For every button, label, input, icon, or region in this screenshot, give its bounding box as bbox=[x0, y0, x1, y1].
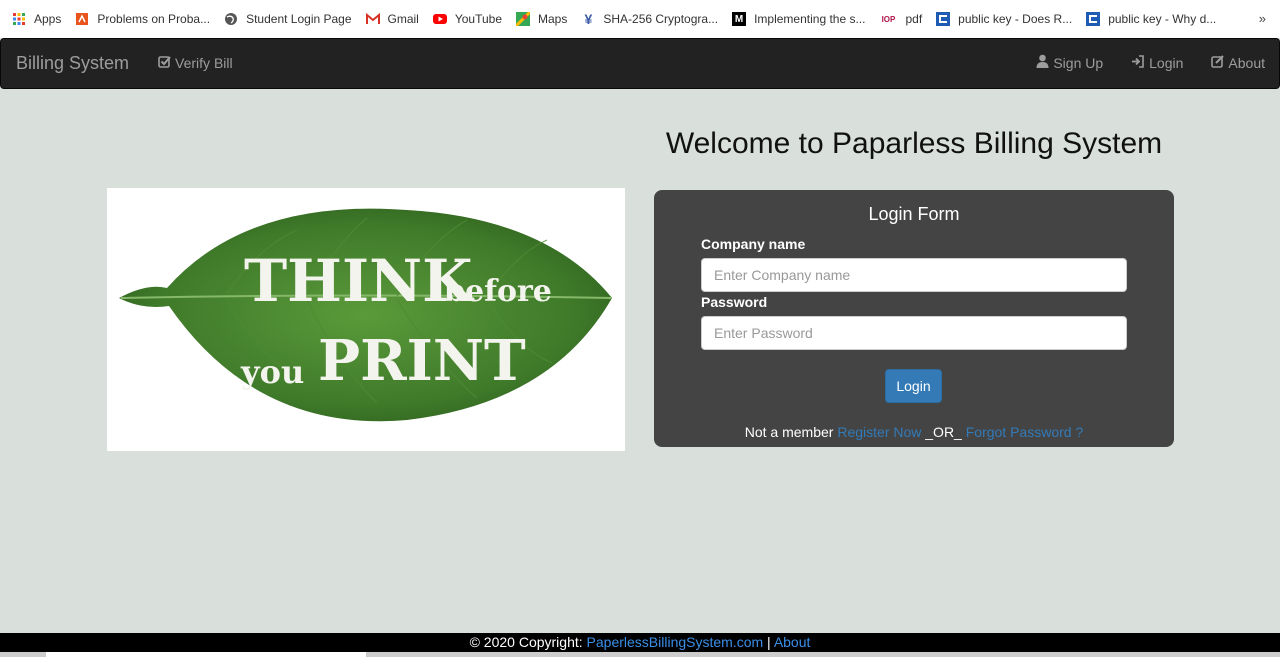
bookmark-label: Problems on Proba... bbox=[97, 12, 211, 26]
bookmark-label: pdf bbox=[905, 12, 923, 26]
bookmark-problems-on-proba[interactable]: Problems on Proba... bbox=[75, 12, 210, 26]
bookmark-icon bbox=[75, 12, 89, 26]
company-name-label: Company name bbox=[701, 236, 806, 252]
bookmark-label: Maps bbox=[538, 12, 568, 26]
footer-site-link[interactable]: PaperlessBillingSystem.com bbox=[587, 634, 764, 650]
login-submit-button[interactable]: Login bbox=[885, 369, 942, 403]
forgot-password-link[interactable]: Forgot Password ? bbox=[966, 424, 1084, 440]
think-before-print-image: THINK before you PRINT bbox=[107, 188, 625, 451]
nav-login[interactable]: Login bbox=[1117, 38, 1197, 89]
medium-icon: M bbox=[732, 12, 747, 26]
gmail-icon bbox=[365, 12, 380, 26]
bookmark-label: public key - Does R... bbox=[958, 12, 1073, 26]
nav-about-label: About bbox=[1228, 55, 1265, 71]
not-member-text: Not a member bbox=[744, 424, 834, 440]
horizontal-scrollbar[interactable] bbox=[0, 652, 1280, 657]
password-label: Password bbox=[701, 294, 768, 310]
stackexchange-icon bbox=[1086, 12, 1101, 26]
apps-grid-icon bbox=[12, 12, 26, 26]
footer-about-link[interactable]: About bbox=[774, 634, 811, 650]
register-forgot-line: Not a member Register Now _OR_ Forgot Pa… bbox=[654, 424, 1174, 440]
check-square-icon bbox=[158, 38, 171, 89]
company-name-input[interactable] bbox=[701, 258, 1127, 292]
iop-icon: IOP bbox=[881, 14, 896, 24]
bookmark-label: Gmail bbox=[387, 12, 419, 26]
bookmark-icon: ¥ bbox=[584, 11, 593, 27]
nav-verify-bill[interactable]: Verify Bill bbox=[144, 38, 247, 89]
page-title: Welcome to Paparless Billing System bbox=[665, 127, 1163, 160]
bookmark-label: Apps bbox=[34, 12, 62, 26]
bookmark-public-key-2[interactable]: public key - Why d... bbox=[1086, 12, 1216, 26]
maps-icon bbox=[516, 12, 531, 26]
top-navbar: Billing System Verify Bill Sign Up Login… bbox=[0, 38, 1280, 89]
bookmarks-overflow-button[interactable]: » bbox=[1259, 11, 1266, 26]
nav-login-label: Login bbox=[1149, 55, 1184, 71]
youtube-icon bbox=[432, 12, 447, 26]
bookmark-student-login-page[interactable]: Student Login Page bbox=[224, 12, 352, 26]
footer-separator: | bbox=[767, 634, 771, 650]
stackexchange-icon bbox=[936, 12, 951, 26]
register-now-link[interactable]: Register Now bbox=[837, 424, 921, 440]
or-text: _OR_ bbox=[925, 424, 962, 440]
page-footer: © 2020 Copyright: PaperlessBillingSystem… bbox=[0, 633, 1280, 652]
leaf-text-think: THINK bbox=[244, 247, 475, 315]
bookmark-label: Implementing the s... bbox=[754, 12, 866, 26]
globe-icon bbox=[224, 12, 238, 26]
bookmark-label: SHA-256 Cryptogra... bbox=[603, 12, 719, 26]
leaf-text-you: you bbox=[240, 353, 304, 391]
bookmarks-bar: Apps Problems on Proba... Student Login … bbox=[0, 0, 1280, 38]
user-icon bbox=[1036, 38, 1049, 89]
password-input[interactable] bbox=[701, 316, 1127, 350]
nav-signup-label: Sign Up bbox=[1053, 55, 1104, 71]
navbar-brand[interactable]: Billing System bbox=[1, 38, 144, 89]
copyright-text: © 2020 Copyright: bbox=[469, 634, 583, 650]
scrollbar-thumb[interactable] bbox=[46, 652, 366, 657]
login-form-panel: Login Form Company name Password Login N… bbox=[654, 190, 1174, 447]
bookmark-public-key-1[interactable]: public key - Does R... bbox=[936, 12, 1072, 26]
bookmark-label: public key - Why d... bbox=[1108, 12, 1217, 26]
bookmark-implementing[interactable]: M Implementing the s... bbox=[732, 12, 865, 26]
bookmark-label: YouTube bbox=[454, 12, 503, 26]
login-form-title: Login Form bbox=[868, 204, 960, 224]
edit-icon bbox=[1211, 38, 1225, 89]
leaf-text-print: PRINT bbox=[318, 328, 526, 394]
bookmark-pdf[interactable]: IOP pdf bbox=[879, 12, 923, 26]
nav-about[interactable]: About bbox=[1197, 38, 1279, 89]
bookmark-youtube[interactable]: YouTube bbox=[432, 12, 503, 26]
bookmark-apps[interactable]: Apps bbox=[12, 12, 61, 26]
nav-verify-label: Verify Bill bbox=[175, 55, 233, 71]
bookmark-gmail[interactable]: Gmail bbox=[365, 12, 419, 26]
log-in-icon bbox=[1131, 38, 1145, 89]
bookmark-label: Student Login Page bbox=[246, 12, 352, 26]
bookmark-maps[interactable]: Maps bbox=[516, 12, 567, 26]
leaf-text-before: before bbox=[444, 274, 552, 309]
nav-sign-up[interactable]: Sign Up bbox=[1022, 38, 1117, 89]
bookmark-sha-256[interactable]: ¥ SHA-256 Cryptogra... bbox=[581, 11, 719, 27]
